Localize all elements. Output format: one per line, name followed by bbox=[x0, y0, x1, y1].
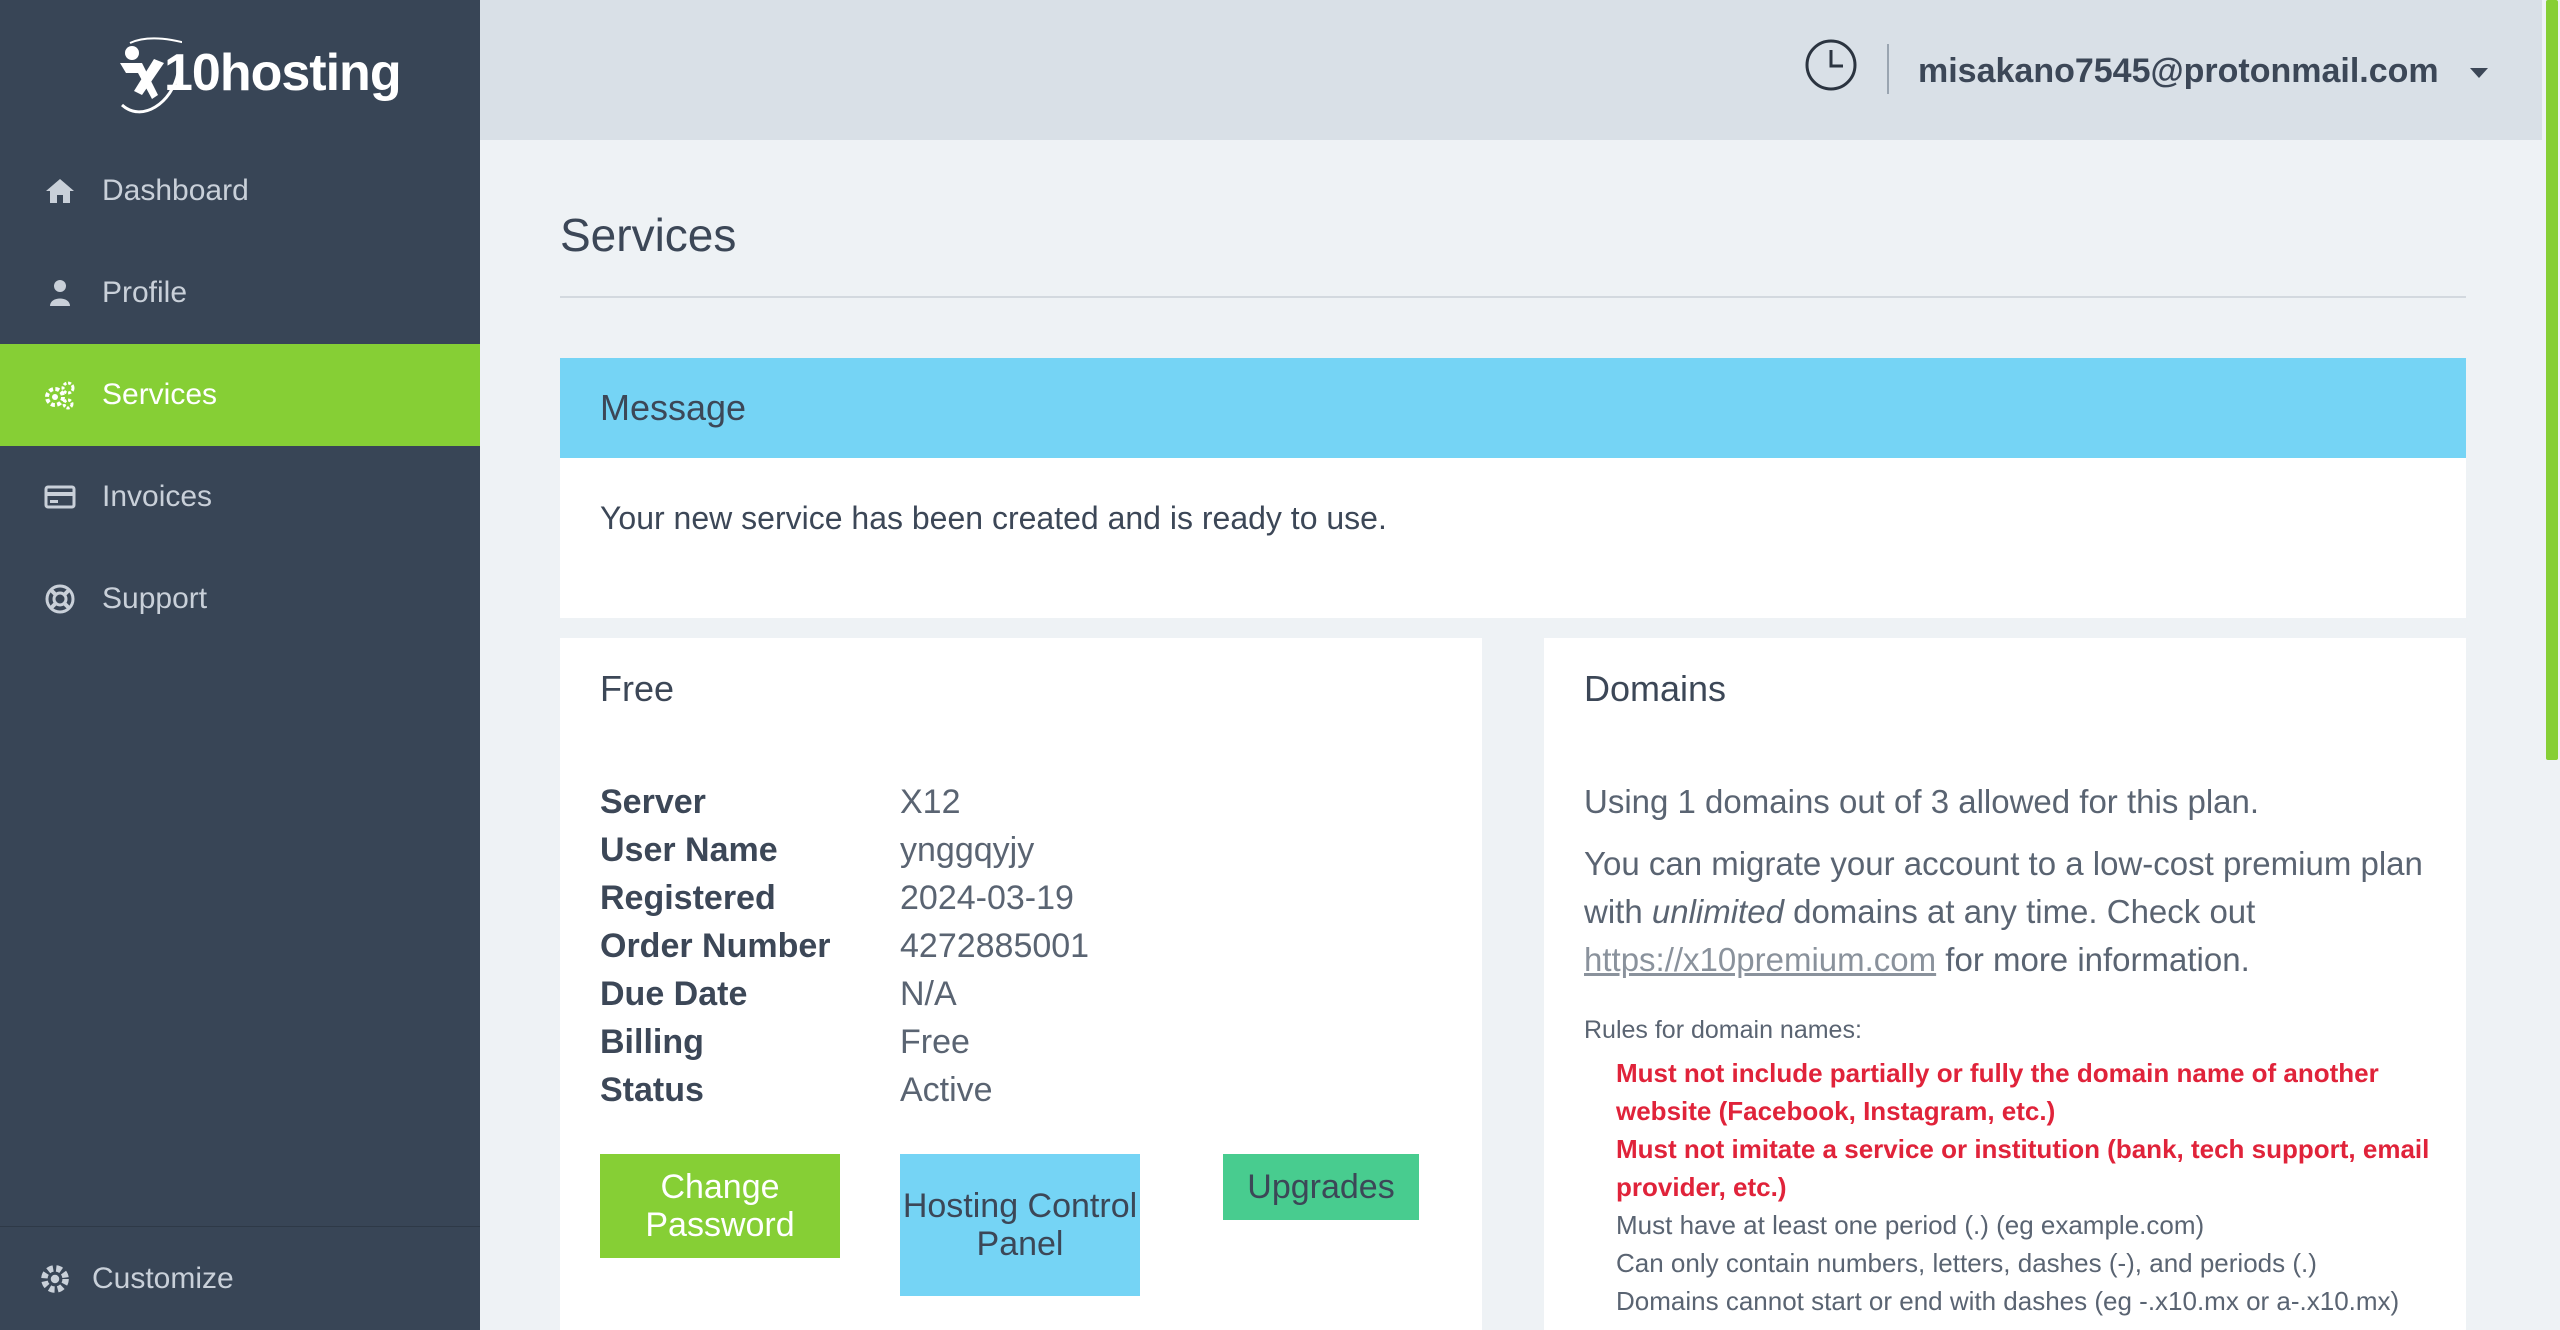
sidebar-item-services[interactable]: Services bbox=[0, 344, 480, 446]
change-password-button[interactable]: Change Password bbox=[600, 1154, 840, 1258]
upgrades-button[interactable]: Upgrades bbox=[1223, 1154, 1419, 1220]
rules-title: Rules for domain names: bbox=[1584, 1016, 1862, 1044]
sidebar-item-support[interactable]: Support bbox=[0, 548, 480, 650]
hosting-control-panel-button[interactable]: Hosting Control Panel bbox=[900, 1154, 1140, 1296]
migrate-text-mid: domains at any time. Check out bbox=[1783, 893, 2256, 930]
divider bbox=[560, 296, 2466, 298]
rule-item: Must not imitate a service or institutio… bbox=[1616, 1134, 2430, 1202]
sidebar-item-invoices[interactable]: Invoices bbox=[0, 446, 480, 548]
domains-card: Domains Using 1 domains out of 3 allowed… bbox=[1544, 638, 2466, 1330]
info-value: Free bbox=[900, 1022, 970, 1061]
migrate-text-italic: unlimited bbox=[1651, 893, 1784, 930]
logo[interactable]: 10hosting bbox=[112, 28, 402, 118]
rule-item: Must have at least one period (.) (eg ex… bbox=[1616, 1210, 2205, 1240]
domains-usage-text: Using 1 domains out of 3 allowed for thi… bbox=[1584, 783, 2260, 820]
info-row-due-date: Due Date N/A bbox=[600, 970, 1089, 1018]
rules-list: Must not include partially or fully the … bbox=[1616, 1054, 2446, 1320]
plan-info-table: Server X12 User Name ynggqyjy Registered… bbox=[600, 778, 1089, 1114]
migrate-text-post: for more information. bbox=[1936, 941, 2250, 978]
home-icon bbox=[42, 173, 78, 209]
plan-title: Free bbox=[600, 668, 675, 709]
info-row-registered: Registered 2024-03-19 bbox=[600, 874, 1089, 922]
info-label: Order Number bbox=[600, 926, 831, 965]
info-value: 2024-03-19 bbox=[900, 878, 1074, 917]
topbar: misakano7545@protonmail.com bbox=[480, 0, 2542, 140]
info-value: Active bbox=[900, 1070, 993, 1109]
info-label: Server bbox=[600, 782, 706, 821]
gear-icon bbox=[38, 1262, 72, 1296]
clock-icon[interactable] bbox=[1804, 38, 1858, 92]
credit-card-icon bbox=[42, 479, 78, 515]
user-icon bbox=[42, 275, 78, 311]
info-value: 4272885001 bbox=[900, 926, 1090, 965]
info-label: Billing bbox=[600, 1022, 704, 1061]
customize-button[interactable]: Customize bbox=[0, 1226, 480, 1330]
info-value: ynggqyjy bbox=[900, 830, 1035, 869]
sidebar: 10hosting Dashboard Profile Services Inv… bbox=[0, 0, 480, 1330]
sidebar-item-profile[interactable]: Profile bbox=[0, 242, 480, 344]
rule-item: Must not include partially or fully the … bbox=[1616, 1058, 2379, 1126]
sidebar-item-dashboard[interactable]: Dashboard bbox=[0, 140, 480, 242]
info-label: Due Date bbox=[600, 974, 748, 1013]
domains-migrate-text: You can migrate your account to a low-co… bbox=[1584, 840, 2444, 984]
message-title: Message bbox=[560, 358, 2466, 458]
rule-item: Domains cannot start or end with dashes … bbox=[1616, 1286, 2400, 1316]
info-row-billing: Billing Free bbox=[600, 1018, 1089, 1066]
logo-text: 10hosting bbox=[164, 44, 402, 102]
info-row-server: Server X12 bbox=[600, 778, 1089, 826]
topbar-divider bbox=[1887, 44, 1889, 94]
logo-mark-icon bbox=[112, 33, 213, 114]
info-label: Status bbox=[600, 1070, 704, 1109]
rule-item: Can only contain numbers, letters, dashe… bbox=[1616, 1248, 2317, 1278]
message-card: Message Your new service has been create… bbox=[560, 358, 2466, 618]
scrollbar-thumb[interactable] bbox=[2546, 0, 2558, 760]
sidebar-item-label: Profile bbox=[102, 276, 188, 309]
sidebar-item-label: Support bbox=[102, 582, 208, 615]
lifebuoy-icon bbox=[42, 581, 78, 617]
info-row-order-number: Order Number 4272885001 bbox=[600, 922, 1089, 970]
info-label: Registered bbox=[600, 878, 776, 917]
page-title: Services bbox=[560, 209, 737, 261]
message-body: Your new service has been created and is… bbox=[600, 500, 1387, 536]
info-value: X12 bbox=[900, 782, 961, 821]
customize-label: Customize bbox=[92, 1261, 234, 1295]
info-label: User Name bbox=[600, 830, 778, 869]
info-value: N/A bbox=[900, 974, 957, 1013]
domains-title: Domains bbox=[1584, 668, 1727, 709]
gears-icon bbox=[42, 377, 78, 413]
user-menu[interactable]: misakano7545@protonmail.com bbox=[1918, 52, 2439, 91]
plan-card: Free Server X12 User Name ynggqyjy Regis… bbox=[560, 638, 1482, 1330]
x10premium-link[interactable]: https://x10premium.com bbox=[1584, 941, 1936, 978]
sidebar-item-label: Services bbox=[102, 378, 218, 411]
sidebar-item-label: Invoices bbox=[102, 480, 213, 513]
app-root: 10hosting Dashboard Profile Services Inv… bbox=[0, 0, 2560, 1330]
info-row-username: User Name ynggqyjy bbox=[600, 826, 1089, 874]
info-row-status: Status Active bbox=[600, 1066, 1089, 1114]
sidebar-item-label: Dashboard bbox=[102, 174, 249, 207]
caret-down-icon[interactable] bbox=[2470, 68, 2488, 78]
